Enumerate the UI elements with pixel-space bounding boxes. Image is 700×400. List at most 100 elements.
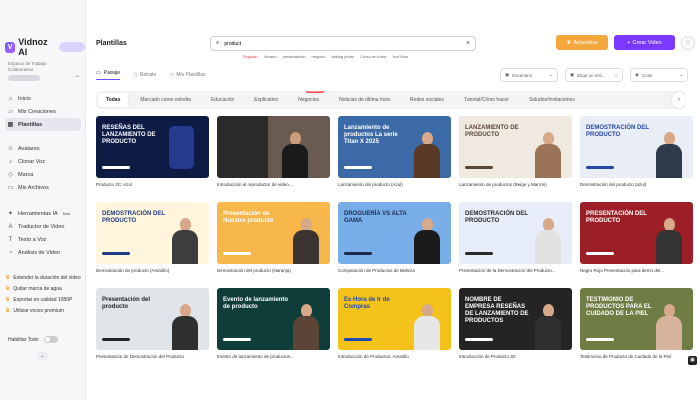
phone-illustration — [169, 126, 194, 169]
sidebar-item-texto-a-voz[interactable]: T Texto a Voz — [5, 233, 81, 246]
template-card[interactable]: Lanzamiento de productos La serie Titan … — [338, 116, 451, 187]
category-negocios[interactable]: Negocios POPULAR — [290, 91, 327, 107]
sidebar-item-inicio[interactable]: ⌂ Inicio — [5, 92, 81, 105]
chevron-down-icon: ⌄ — [74, 73, 80, 79]
template-thumbnail[interactable]: DEMOSTRACIÓN DEL PRODUCTO — [580, 116, 693, 178]
workspace-selector[interactable]: Espacio de Trabajo Colaborativo ⌄ — [8, 61, 80, 81]
template-thumbnail[interactable]: Presentación del producto — [96, 288, 209, 350]
popular-tag[interactable]: Verano — [264, 54, 277, 59]
premium-feature-item[interactable]: ♛ Utilizar voces premium — [5, 308, 83, 314]
search-bar[interactable]: ⌕ × — [210, 36, 476, 51]
template-filters: ▣ Escenario ⌄ ▣ Elige un esti... ⌄ ◉ Color ⌄ — [500, 68, 688, 82]
popular-tag[interactable]: negocio — [312, 54, 326, 59]
filter-0[interactable]: ▣ Escenario ⌄ — [500, 68, 558, 82]
template-card[interactable]: Presentación de Nuestro producto Demostra… — [217, 202, 330, 273]
popular-tag[interactable]: YouTube — [392, 54, 408, 59]
presenter-body — [535, 230, 561, 264]
premium-feature-item[interactable]: ♛ Exportar en calidad 1080P — [5, 297, 83, 303]
popular-tag[interactable]: talking photo — [332, 54, 355, 59]
template-thumbnail[interactable]: Presentación de Nuestro producto — [217, 202, 330, 264]
clear-search-icon[interactable]: × — [466, 40, 470, 47]
category-educación[interactable]: Educación — [203, 93, 242, 107]
template-thumbnail[interactable]: LANZAMIENTO DE PRODUCTO — [459, 116, 572, 178]
sidebar-item-clonar-voz[interactable]: ♪ Clonar Voz — [5, 155, 81, 168]
sidebar-item-mis-creaciones[interactable]: ▱ Mis Creaciones — [5, 105, 81, 118]
template-card[interactable]: RESEÑAS DEL LANZAMIENTO DE PRODUCTO Produ… — [96, 116, 209, 187]
template-card[interactable]: Es Hora de Ir de Compras Introducción de … — [338, 288, 451, 359]
category-noticias-de-última-hora[interactable]: Noticias de última hora — [331, 93, 398, 107]
premium-feature-label: Quitar marca de agua — [13, 286, 62, 292]
template-card[interactable]: DEMOSTRACIÓN DEL PRODUCTO Presentación de… — [459, 202, 572, 273]
template-card[interactable]: LANZAMIENTO DE PRODUCTO Lanzamiento de pr… — [459, 116, 572, 187]
category-marcado-como-estrella[interactable]: Marcado como estrella — [132, 93, 199, 107]
enable-all-toggle-row[interactable]: Habilitar Todo — [8, 336, 59, 343]
search-input[interactable] — [224, 40, 461, 47]
brand-logo[interactable]: V Vidnoz AI — [5, 37, 85, 57]
template-thumbnail[interactable]: RESEÑAS DEL LANZAMIENTO DE PRODUCTO — [96, 116, 209, 178]
category-explicativo[interactable]: Explicativo — [246, 93, 286, 107]
popular-tag[interactable]: Curso en línea — [360, 54, 386, 59]
template-thumbnail[interactable]: Lanzamiento de productos La serie Titan … — [338, 116, 451, 178]
next-category-icon[interactable]: › — [672, 92, 686, 108]
thumbnail-title: Presentación de Nuestro producto — [223, 211, 274, 224]
thumbnail-accent — [586, 252, 614, 255]
template-thumbnail[interactable]: NOMBRE DE EMPRESA RESEÑAS DE LANZAMIENTO… — [459, 288, 572, 350]
filter-1[interactable]: ▣ Elige un esti... ⌄ — [565, 68, 623, 82]
template-card[interactable]: TESTIMONIO DE PRODUCTOS PARA EL CUIDADO … — [580, 288, 693, 359]
create-video-button[interactable]: + Crear Video — [614, 35, 675, 50]
tab-paisaje[interactable]: ▭ Paisaje — [96, 70, 121, 80]
tab-mis-plantillas[interactable]: □ Mis Plantillas — [170, 70, 205, 80]
premium-feature-item[interactable]: ♛ Extender la duración del video — [5, 275, 83, 281]
folder-icon: ▱ — [8, 109, 13, 115]
notification-bell-icon[interactable]: ♢ — [681, 35, 695, 50]
template-card[interactable]: Presentación del producto Presentación de… — [96, 288, 209, 359]
sidebar-item-marca[interactable]: ◇ Marca — [5, 168, 81, 181]
template-card[interactable]: PRESENTACIÓN DEL PRODUCTO Negro Rojo Pres… — [580, 202, 693, 273]
template-thumbnail[interactable]: Es Hora de Ir de Compras — [338, 288, 451, 350]
category-redes-sociales[interactable]: Redes sociales — [402, 93, 452, 107]
template-title: Demostración de producto (Amarillo) — [96, 268, 170, 273]
template-thumbnail[interactable]: DROGUERÍA VS ALTA GAMA — [338, 202, 451, 264]
template-card[interactable]: NOMBRE DE EMPRESA RESEÑAS DE LANZAMIENTO… — [459, 288, 572, 359]
template-card[interactable]: DEMOSTRACIÓN DEL PRODUCTO Demostración de… — [96, 202, 209, 273]
sidebar-item-mis-archivos[interactable]: ▭ Mis Archivos — [5, 181, 81, 194]
template-card[interactable]: DROGUERÍA VS ALTA GAMA Comparación de Pro… — [338, 202, 451, 273]
template-thumbnail[interactable]: DEMOSTRACIÓN DEL PRODUCTO — [96, 202, 209, 264]
template-thumbnail[interactable] — [217, 116, 330, 178]
sidebar-item-plantillas[interactable]: ▦ Plantillas — [5, 118, 81, 131]
template-thumbnail[interactable]: TESTIMONIO DE PRODUCTOS PARA EL CUIDADO … — [580, 288, 693, 350]
avatar-icon: ☺ — [7, 145, 14, 152]
sidebar-item-herramientas-ia[interactable]: ✦ Herramientas IA Más — [5, 207, 81, 220]
popular-tag[interactable]: presentación — [283, 54, 306, 59]
template-card[interactable]: DEMOSTRACIÓN DEL PRODUCTO Demostración de… — [580, 116, 693, 187]
premium-feature-item[interactable]: ♛ Quitar marca de agua — [5, 286, 83, 292]
analysis-icon: ◔ — [8, 249, 13, 256]
filter-2[interactable]: ◉ Color ⌄ — [630, 68, 688, 82]
template-card[interactable]: Introducción al reproductor de video... — [217, 116, 330, 187]
enable-all-toggle[interactable] — [44, 336, 59, 343]
presenter-body — [282, 144, 308, 178]
template-thumbnail[interactable]: Evento de lanzamiento de producto — [217, 288, 330, 350]
home-icon: ⌂ — [8, 95, 13, 102]
template-thumbnail[interactable]: DEMOSTRACIÓN DEL PRODUCTO — [459, 202, 572, 264]
page-title: Plantillas — [96, 40, 127, 47]
template-grid: RESEÑAS DEL LANZAMIENTO DE PRODUCTO Produ… — [96, 116, 693, 359]
category-saludos-invitaciones[interactable]: Saludos/Invitaciones — [521, 93, 583, 107]
presenter-body — [656, 316, 682, 350]
help-chat-icon[interactable]: ▣ — [688, 356, 697, 365]
thumbnail-accent — [586, 166, 614, 169]
category-tutorial-cómo-hacer[interactable]: Tutorial/Cómo hacer — [456, 93, 517, 107]
upgrade-button[interactable]: ♛ Actualizar — [556, 35, 608, 50]
template-card[interactable]: Evento de lanzamiento de producto Evento … — [217, 288, 330, 359]
template-title: Negro Rojo Presentación para demo del... — [580, 268, 665, 273]
tab-retrato[interactable]: ▯ Retrato — [134, 70, 156, 80]
template-thumbnail[interactable]: PRESENTACIÓN DEL PRODUCTO — [580, 202, 693, 264]
template-title: Introducción de Producto 3C — [459, 354, 517, 359]
premium-feature-label: Exportar en calidad 1080P — [13, 297, 73, 303]
presenter-body — [414, 316, 440, 350]
category-todas[interactable]: Todas — [98, 93, 129, 107]
sidebar-item-traductor-de-video[interactable]: A Traductor de Video — [5, 220, 81, 233]
sidebar-item-análisis-de-video[interactable]: ◔ Análisis de Video — [5, 246, 81, 259]
collapse-sidebar-button[interactable]: ⌄ — [36, 352, 48, 360]
sidebar-item-avatares[interactable]: ☺ Avatares — [5, 142, 81, 155]
